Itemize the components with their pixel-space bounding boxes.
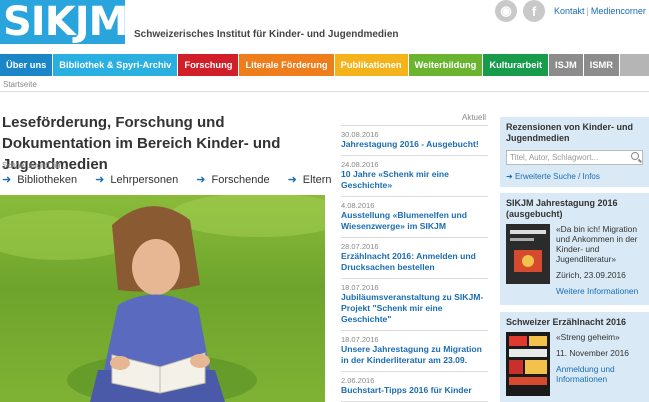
nav-isjm[interactable]: ISJM — [549, 54, 584, 76]
news-date: 28.07.2016 — [341, 242, 379, 251]
review-search-input[interactable]: Titel, Autor, Schlagwort... — [506, 150, 643, 165]
nav-weiterbildung[interactable]: Weiterbildung — [408, 54, 484, 76]
nav-bibliothek[interactable]: Bibliothek & Spyri-Archiv — [53, 54, 179, 76]
nav-kulturarbeit[interactable]: Kulturarbeit — [483, 54, 550, 76]
contact-link[interactable]: Kontakt — [554, 6, 585, 16]
search-icon[interactable] — [631, 152, 639, 160]
news-item[interactable]: 28.07.2016 Erzählnacht 2016: Anmelden und… — [341, 238, 488, 279]
nav-literale-foerderung[interactable]: Literale Förderung — [239, 54, 335, 76]
news-list: 30.08.2016 Jahrestagung 2016 - Ausgebucht… — [341, 125, 488, 402]
reviews-title: Rezensionen von Kinder- und Jugendmedien — [506, 122, 634, 143]
storynight-more-link[interactable]: Anmeldung und Informationen — [556, 364, 643, 384]
news-date: 2.06.2016 — [341, 376, 375, 385]
storynight-box: Schweizer Erzählnacht 2016 «Streng gehei… — [500, 312, 649, 402]
storynight-date: 11. November 2016 — [556, 348, 629, 358]
quick-link-eltern[interactable]: ➜ Eltern — [288, 173, 332, 186]
arrow-icon: ➜ — [2, 174, 12, 186]
storynight-text: «Streng geheim» — [556, 332, 620, 342]
news-date: 4.08.2016 — [341, 201, 375, 210]
news-date: 24.08.2016 — [341, 160, 379, 169]
institute-name: Schweizerisches Institut für Kinder- und… — [134, 29, 399, 40]
news-date: 30.08.2016 — [341, 130, 379, 139]
news-title[interactable]: Erzählnacht 2016: Anmelden und Drucksach… — [341, 251, 488, 273]
conference-date: Zürich, 23.09.2016 — [556, 270, 626, 280]
news-title[interactable]: Unsere Jahrestagung zu Migration in der … — [341, 344, 488, 366]
news-item[interactable]: 18.07.2016 Unsere Jahrestagung zu Migrati… — [341, 331, 488, 372]
mediencorner-link[interactable]: Mediencorner — [591, 6, 646, 16]
news-title[interactable]: 10 Jahre «Schenk mir eine Geschichte» — [341, 169, 488, 191]
hero-photo — [0, 195, 325, 402]
main-nav: Über uns Bibliothek & Spyri-Archiv Forsc… — [0, 54, 649, 76]
quick-link-forschende[interactable]: ➜ Forschende — [196, 173, 269, 186]
arrow-icon: ➜ — [506, 172, 515, 181]
news-item[interactable]: 30.08.2016 Jahrestagung 2016 - Ausgebucht… — [341, 126, 488, 156]
divider — [0, 91, 649, 92]
news-item[interactable]: 2.06.2016 Buchstart-Tipps 2016 für Kinder — [341, 372, 488, 402]
quick-access-label: Schnellzugriff für... — [2, 161, 68, 170]
conference-box: SIKJM Jahrestagung 2016 (ausgebucht) «Da… — [500, 193, 649, 305]
logo[interactable]: SIKJM — [0, 0, 128, 44]
nav-publikationen[interactable]: Publikationen — [334, 54, 409, 76]
storynight-poster-image[interactable] — [506, 332, 550, 401]
news-date: 18.07.2016 — [341, 283, 379, 292]
arrow-icon: ➜ — [95, 174, 105, 186]
arrow-icon: ➜ — [196, 174, 206, 186]
news-item[interactable]: 18.07.2016 Jubiläumsveranstaltung zu SIKJ… — [341, 279, 488, 331]
news-title[interactable]: Jahrestagung 2016 - Ausgebucht! — [341, 139, 488, 150]
news-title[interactable]: Ausstellung «Blumenelfen und Wiesenzwerg… — [341, 210, 488, 232]
news-item[interactable]: 4.08.2016 Ausstellung «Blumenelfen und Wi… — [341, 197, 488, 238]
girl-reading-image — [0, 195, 325, 402]
nav-filler — [620, 54, 649, 76]
nav-ueber-uns[interactable]: Über uns — [0, 54, 54, 76]
news-title[interactable]: Jubiläumsveranstaltung zu SIKJM-Projekt … — [341, 292, 488, 325]
top-links: Kontakt | Mediencorner — [554, 6, 646, 16]
separator: | — [586, 6, 589, 16]
rss-icon[interactable]: ◉ — [495, 0, 517, 22]
social-links: ◉ f — [495, 0, 545, 22]
nav-forschung[interactable]: Forschung — [178, 54, 240, 76]
news-date: 18.07.2016 — [341, 335, 379, 344]
reviews-box: Rezensionen von Kinder- und Jugendmedien… — [500, 117, 649, 187]
quick-link-bibliotheken[interactable]: ➜ Bibliotheken — [2, 173, 77, 186]
news-item[interactable]: 24.08.2016 10 Jahre «Schenk mir eine Gesc… — [341, 156, 488, 197]
arrow-icon: ➜ — [287, 174, 297, 186]
conference-poster-image[interactable] — [506, 224, 550, 296]
nav-ismr[interactable]: ISMR — [583, 54, 620, 76]
breadcrumb[interactable]: Startseite — [3, 80, 37, 89]
quick-link-lehrpersonen[interactable]: ➜ Lehrpersonen — [95, 173, 178, 186]
conference-more-link[interactable]: Weitere Informationen — [556, 286, 643, 296]
advanced-search-link[interactable]: ➜ Erweiterte Suche / Infos — [506, 172, 649, 181]
facebook-icon[interactable]: f — [523, 0, 545, 22]
conference-title[interactable]: SIKJM Jahrestagung 2016 (ausgebucht) — [500, 193, 649, 220]
news-label: Aktuell — [462, 113, 487, 122]
storynight-title[interactable]: Schweizer Erzählnacht 2016 — [500, 312, 649, 328]
conference-text: «Da bin ich! Migration und Ankommen in d… — [556, 224, 638, 264]
quick-links: ➜ Bibliotheken ➜ Lehrpersonen ➜ Forschende … — [2, 173, 350, 186]
news-title[interactable]: Buchstart-Tipps 2016 für Kinder — [341, 385, 488, 396]
